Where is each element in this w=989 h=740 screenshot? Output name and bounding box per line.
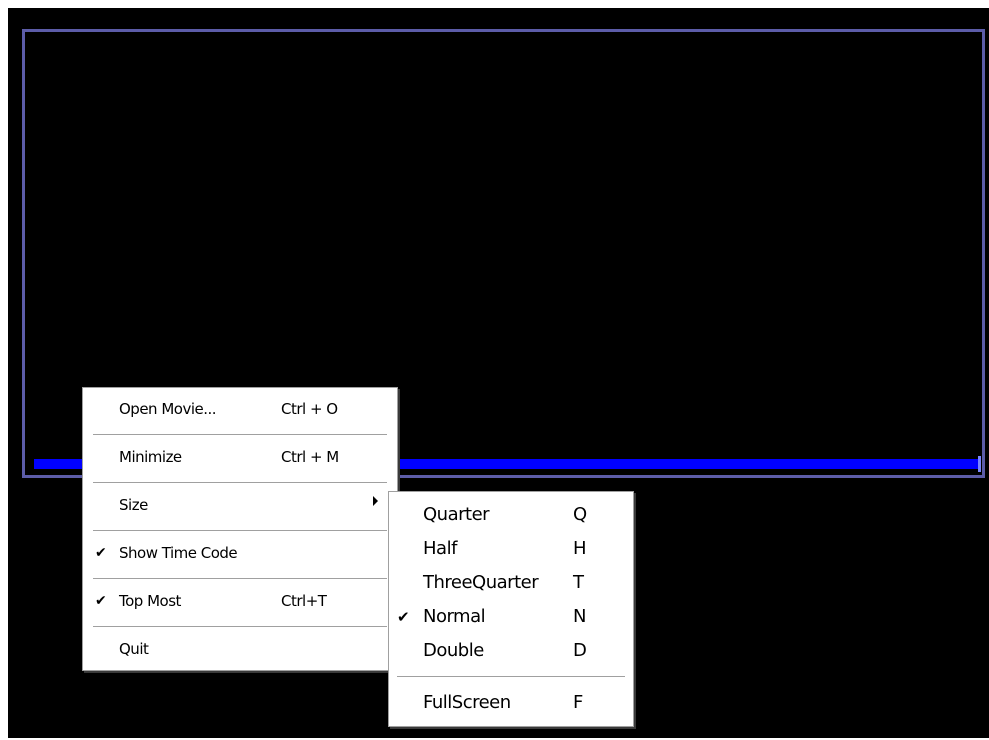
submenu-item-three-quarter[interactable]: ThreeQuarter T [389, 566, 633, 600]
submenu-item-label: Normal [423, 606, 486, 627]
submenu-item-shortcut: F [573, 692, 583, 713]
submenu-item-shortcut: Q [573, 504, 587, 525]
submenu-item-double[interactable]: Double D [389, 634, 633, 668]
menu-separator [397, 676, 625, 678]
menu-item-label: Size [119, 496, 148, 514]
submenu-item-label: Quarter [423, 504, 490, 525]
size-submenu: Quarter Q Half H ThreeQuarter T ✔ Normal… [388, 491, 634, 727]
submenu-item-label: ThreeQuarter [423, 572, 539, 593]
submenu-item-label: Half [423, 538, 457, 559]
menu-item-label: Show Time Code [119, 544, 238, 562]
menu-item-open-movie[interactable]: Open Movie... Ctrl + O [83, 388, 397, 434]
submenu-item-half[interactable]: Half H [389, 532, 633, 566]
submenu-arrow-icon [373, 496, 378, 506]
checkmark-icon: ✔ [95, 593, 107, 609]
menu-item-label: Top Most [119, 592, 181, 610]
menu-item-shortcut: Ctrl + M [281, 448, 339, 466]
submenu-item-fullscreen[interactable]: FullScreen F [389, 686, 633, 720]
submenu-item-shortcut: N [573, 606, 586, 627]
menu-item-shortcut: Ctrl + O [281, 400, 338, 418]
menu-item-top-most[interactable]: ✔ Top Most Ctrl+T [83, 580, 397, 626]
checkmark-icon: ✔ [95, 545, 107, 561]
menu-item-label: Minimize [119, 448, 182, 466]
submenu-item-label: Double [423, 640, 484, 661]
submenu-item-quarter[interactable]: Quarter Q [389, 498, 633, 532]
submenu-item-shortcut: H [573, 538, 587, 559]
menu-item-label: Open Movie... [119, 400, 217, 418]
menu-item-minimize[interactable]: Minimize Ctrl + M [83, 436, 397, 482]
submenu-item-normal[interactable]: ✔ Normal N [389, 600, 633, 634]
menu-item-label: Quit [119, 640, 149, 658]
submenu-item-shortcut: T [573, 572, 584, 593]
submenu-item-label: FullScreen [423, 692, 511, 713]
checkmark-icon: ✔ [397, 608, 410, 626]
menu-item-shortcut: Ctrl+T [281, 592, 327, 610]
context-menu: Open Movie... Ctrl + O Minimize Ctrl + M… [82, 387, 398, 671]
menu-item-quit[interactable]: Quit [83, 628, 397, 674]
submenu-item-shortcut: D [573, 640, 587, 661]
menu-item-show-time-code[interactable]: ✔ Show Time Code [83, 532, 397, 578]
seek-bar-handle[interactable] [978, 456, 981, 472]
menu-item-size[interactable]: Size [83, 484, 397, 530]
